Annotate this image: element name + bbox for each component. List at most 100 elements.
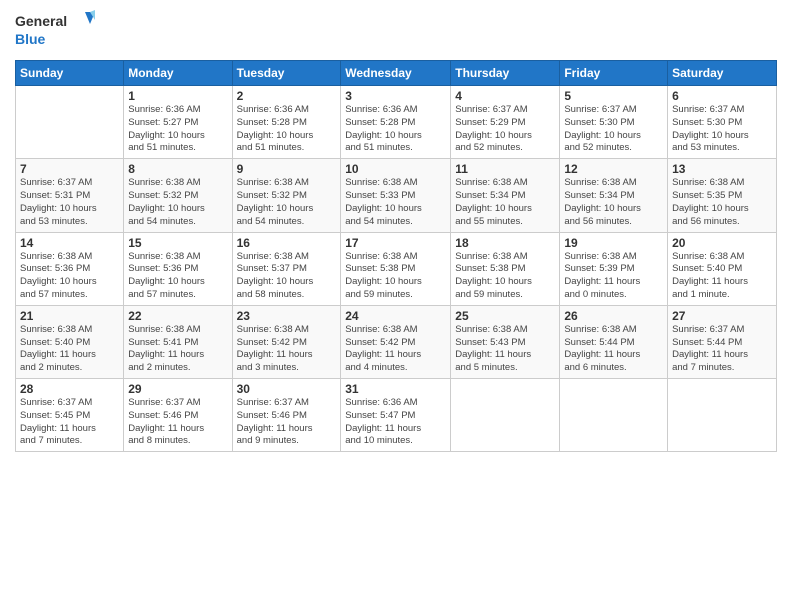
day-number: 23 (237, 309, 337, 323)
calendar-cell: 2Sunrise: 6:36 AM Sunset: 5:28 PM Daylig… (232, 86, 341, 159)
calendar-header-row: SundayMondayTuesdayWednesdayThursdayFrid… (16, 61, 777, 86)
calendar-cell (668, 379, 777, 452)
calendar-cell: 27Sunrise: 6:37 AM Sunset: 5:44 PM Dayli… (668, 305, 777, 378)
day-info: Sunrise: 6:38 AM Sunset: 5:43 PM Dayligh… (455, 324, 555, 375)
day-number: 31 (345, 382, 446, 396)
calendar-header-friday: Friday (560, 61, 668, 86)
calendar-week-1: 1Sunrise: 6:36 AM Sunset: 5:27 PM Daylig… (16, 86, 777, 159)
calendar-cell: 25Sunrise: 6:38 AM Sunset: 5:43 PM Dayli… (451, 305, 560, 378)
day-info: Sunrise: 6:36 AM Sunset: 5:28 PM Dayligh… (345, 104, 446, 155)
calendar-cell: 31Sunrise: 6:36 AM Sunset: 5:47 PM Dayli… (341, 379, 451, 452)
day-info: Sunrise: 6:38 AM Sunset: 5:33 PM Dayligh… (345, 177, 446, 228)
day-info: Sunrise: 6:38 AM Sunset: 5:34 PM Dayligh… (564, 177, 663, 228)
calendar-cell: 1Sunrise: 6:36 AM Sunset: 5:27 PM Daylig… (124, 86, 232, 159)
day-info: Sunrise: 6:38 AM Sunset: 5:32 PM Dayligh… (128, 177, 227, 228)
day-info: Sunrise: 6:38 AM Sunset: 5:40 PM Dayligh… (672, 251, 772, 302)
calendar-cell: 11Sunrise: 6:38 AM Sunset: 5:34 PM Dayli… (451, 159, 560, 232)
day-number: 16 (237, 236, 337, 250)
calendar-cell: 15Sunrise: 6:38 AM Sunset: 5:36 PM Dayli… (124, 232, 232, 305)
calendar-cell: 22Sunrise: 6:38 AM Sunset: 5:41 PM Dayli… (124, 305, 232, 378)
calendar-cell: 17Sunrise: 6:38 AM Sunset: 5:38 PM Dayli… (341, 232, 451, 305)
calendar-cell: 3Sunrise: 6:36 AM Sunset: 5:28 PM Daylig… (341, 86, 451, 159)
day-number: 22 (128, 309, 227, 323)
day-number: 4 (455, 89, 555, 103)
day-number: 13 (672, 162, 772, 176)
day-info: Sunrise: 6:36 AM Sunset: 5:27 PM Dayligh… (128, 104, 227, 155)
day-number: 20 (672, 236, 772, 250)
calendar-cell: 12Sunrise: 6:38 AM Sunset: 5:34 PM Dayli… (560, 159, 668, 232)
calendar-cell: 30Sunrise: 6:37 AM Sunset: 5:46 PM Dayli… (232, 379, 341, 452)
day-number: 21 (20, 309, 119, 323)
day-info: Sunrise: 6:38 AM Sunset: 5:42 PM Dayligh… (345, 324, 446, 375)
day-number: 28 (20, 382, 119, 396)
svg-text:Blue: Blue (15, 31, 46, 47)
calendar-week-5: 28Sunrise: 6:37 AM Sunset: 5:45 PM Dayli… (16, 379, 777, 452)
day-info: Sunrise: 6:37 AM Sunset: 5:29 PM Dayligh… (455, 104, 555, 155)
day-info: Sunrise: 6:38 AM Sunset: 5:39 PM Dayligh… (564, 251, 663, 302)
day-info: Sunrise: 6:37 AM Sunset: 5:44 PM Dayligh… (672, 324, 772, 375)
day-info: Sunrise: 6:38 AM Sunset: 5:36 PM Dayligh… (20, 251, 119, 302)
day-info: Sunrise: 6:38 AM Sunset: 5:38 PM Dayligh… (345, 251, 446, 302)
day-info: Sunrise: 6:38 AM Sunset: 5:34 PM Dayligh… (455, 177, 555, 228)
calendar-header-monday: Monday (124, 61, 232, 86)
day-info: Sunrise: 6:37 AM Sunset: 5:31 PM Dayligh… (20, 177, 119, 228)
calendar-week-4: 21Sunrise: 6:38 AM Sunset: 5:40 PM Dayli… (16, 305, 777, 378)
calendar-cell: 18Sunrise: 6:38 AM Sunset: 5:38 PM Dayli… (451, 232, 560, 305)
day-number: 17 (345, 236, 446, 250)
calendar-cell: 21Sunrise: 6:38 AM Sunset: 5:40 PM Dayli… (16, 305, 124, 378)
day-info: Sunrise: 6:38 AM Sunset: 5:40 PM Dayligh… (20, 324, 119, 375)
day-number: 2 (237, 89, 337, 103)
day-number: 14 (20, 236, 119, 250)
calendar-week-2: 7Sunrise: 6:37 AM Sunset: 5:31 PM Daylig… (16, 159, 777, 232)
svg-text:General: General (15, 13, 67, 29)
page: General Blue SundayMondayTuesdayWednesda… (0, 0, 792, 612)
calendar-cell: 19Sunrise: 6:38 AM Sunset: 5:39 PM Dayli… (560, 232, 668, 305)
day-number: 3 (345, 89, 446, 103)
day-info: Sunrise: 6:38 AM Sunset: 5:36 PM Dayligh… (128, 251, 227, 302)
day-info: Sunrise: 6:38 AM Sunset: 5:35 PM Dayligh… (672, 177, 772, 228)
calendar-cell: 16Sunrise: 6:38 AM Sunset: 5:37 PM Dayli… (232, 232, 341, 305)
day-number: 9 (237, 162, 337, 176)
day-number: 8 (128, 162, 227, 176)
header: General Blue (15, 10, 777, 52)
calendar-cell: 10Sunrise: 6:38 AM Sunset: 5:33 PM Dayli… (341, 159, 451, 232)
day-number: 25 (455, 309, 555, 323)
calendar-cell: 7Sunrise: 6:37 AM Sunset: 5:31 PM Daylig… (16, 159, 124, 232)
day-info: Sunrise: 6:36 AM Sunset: 5:47 PM Dayligh… (345, 397, 446, 448)
calendar-cell (16, 86, 124, 159)
calendar-header-saturday: Saturday (668, 61, 777, 86)
day-info: Sunrise: 6:37 AM Sunset: 5:46 PM Dayligh… (128, 397, 227, 448)
calendar-cell: 28Sunrise: 6:37 AM Sunset: 5:45 PM Dayli… (16, 379, 124, 452)
calendar-cell: 5Sunrise: 6:37 AM Sunset: 5:30 PM Daylig… (560, 86, 668, 159)
calendar-table: SundayMondayTuesdayWednesdayThursdayFrid… (15, 60, 777, 452)
calendar-cell (560, 379, 668, 452)
day-number: 24 (345, 309, 446, 323)
day-number: 15 (128, 236, 227, 250)
calendar-cell: 6Sunrise: 6:37 AM Sunset: 5:30 PM Daylig… (668, 86, 777, 159)
calendar-header-tuesday: Tuesday (232, 61, 341, 86)
calendar-cell (451, 379, 560, 452)
day-info: Sunrise: 6:38 AM Sunset: 5:32 PM Dayligh… (237, 177, 337, 228)
day-info: Sunrise: 6:38 AM Sunset: 5:42 PM Dayligh… (237, 324, 337, 375)
day-info: Sunrise: 6:37 AM Sunset: 5:30 PM Dayligh… (564, 104, 663, 155)
day-number: 7 (20, 162, 119, 176)
day-number: 11 (455, 162, 555, 176)
day-number: 6 (672, 89, 772, 103)
calendar-header-sunday: Sunday (16, 61, 124, 86)
day-number: 19 (564, 236, 663, 250)
calendar-cell: 26Sunrise: 6:38 AM Sunset: 5:44 PM Dayli… (560, 305, 668, 378)
calendar-cell: 29Sunrise: 6:37 AM Sunset: 5:46 PM Dayli… (124, 379, 232, 452)
day-info: Sunrise: 6:37 AM Sunset: 5:45 PM Dayligh… (20, 397, 119, 448)
day-number: 10 (345, 162, 446, 176)
day-number: 29 (128, 382, 227, 396)
calendar-cell: 4Sunrise: 6:37 AM Sunset: 5:29 PM Daylig… (451, 86, 560, 159)
calendar-cell: 13Sunrise: 6:38 AM Sunset: 5:35 PM Dayli… (668, 159, 777, 232)
calendar-cell: 20Sunrise: 6:38 AM Sunset: 5:40 PM Dayli… (668, 232, 777, 305)
day-info: Sunrise: 6:37 AM Sunset: 5:46 PM Dayligh… (237, 397, 337, 448)
calendar-cell: 14Sunrise: 6:38 AM Sunset: 5:36 PM Dayli… (16, 232, 124, 305)
day-number: 18 (455, 236, 555, 250)
calendar-cell: 24Sunrise: 6:38 AM Sunset: 5:42 PM Dayli… (341, 305, 451, 378)
calendar-header-thursday: Thursday (451, 61, 560, 86)
calendar-body: 1Sunrise: 6:36 AM Sunset: 5:27 PM Daylig… (16, 86, 777, 452)
day-number: 26 (564, 309, 663, 323)
